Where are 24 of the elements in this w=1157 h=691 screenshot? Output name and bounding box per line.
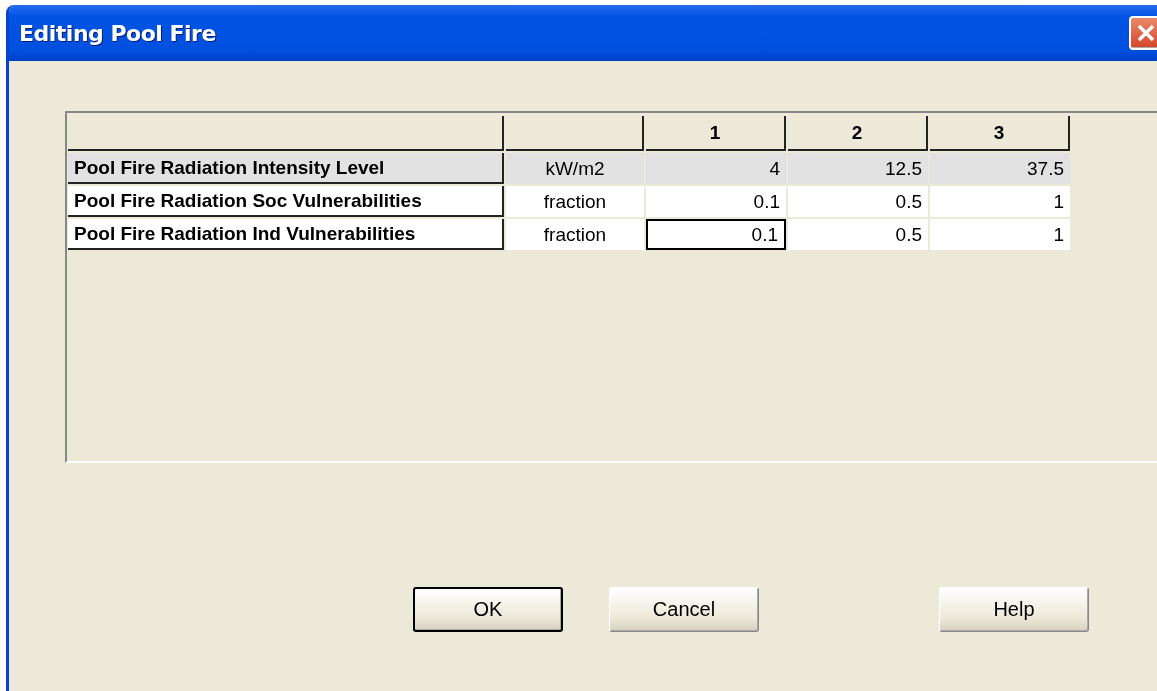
row-header: Pool Fire Radiation Intensity Level — [68, 153, 504, 184]
dialog-button[interactable]: Cancel — [609, 587, 759, 632]
dialog-button[interactable]: Help — [939, 587, 1089, 632]
unit-cell: kW/m2 — [506, 153, 644, 184]
table-cell[interactable]: 37.5 — [930, 153, 1070, 184]
unit-cell: fraction — [506, 186, 644, 217]
column-header: 1 — [646, 116, 786, 151]
unit-cell: fraction — [506, 219, 644, 250]
row-header: Pool Fire Radiation Soc Vulnerabilities — [68, 186, 504, 217]
dialog-button[interactable]: OK — [413, 587, 563, 632]
table-cell[interactable]: 1 — [930, 186, 1070, 217]
table-cell[interactable]: 0.1 — [646, 186, 786, 217]
table-cell[interactable]: 4 — [646, 153, 786, 184]
table-cell[interactable]: 12.5 — [788, 153, 928, 184]
window-title: Editing Pool Fire — [19, 20, 216, 46]
table-cell[interactable]: 0.5 — [788, 219, 928, 250]
column-header: 2 — [788, 116, 928, 151]
row-header: Pool Fire Radiation Ind Vulnerabilities — [68, 219, 504, 250]
table-cell[interactable]: 0.1 — [646, 219, 786, 250]
table-cell[interactable]: 1 — [930, 219, 1070, 250]
table-cell[interactable]: 0.5 — [788, 186, 928, 217]
close-icon — [1136, 23, 1156, 43]
close-button[interactable] — [1129, 16, 1157, 50]
column-header: 3 — [930, 116, 1070, 151]
